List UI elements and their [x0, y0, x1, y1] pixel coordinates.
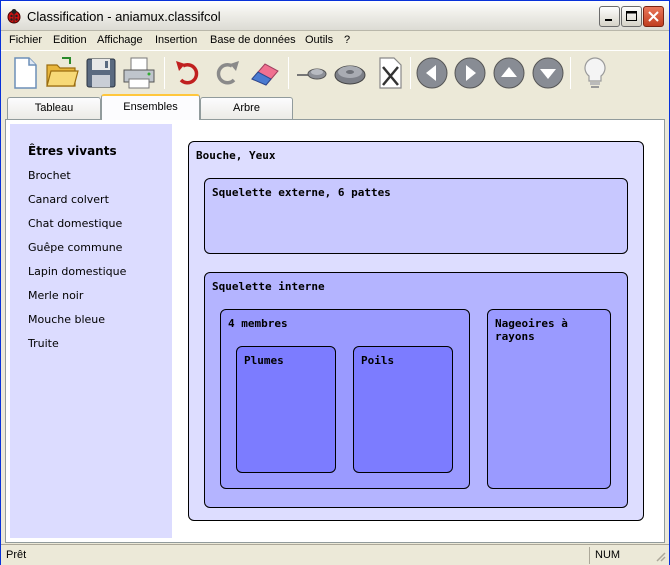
application-window: Classification - aniamux.classifcol Fich… [0, 0, 670, 565]
open-folder-icon[interactable] [44, 55, 80, 91]
minimize-icon [605, 19, 612, 21]
arrow-up-icon[interactable] [491, 55, 527, 91]
set-label: 4 membres [228, 317, 288, 330]
minimize-button[interactable] [599, 6, 620, 27]
set-squelette-interne[interactable]: Squelette interne 4 membres Plumes Poils… [204, 272, 628, 508]
menu-base-de-donnees[interactable]: Base de données [210, 34, 296, 46]
redo-icon[interactable] [208, 55, 244, 91]
new-document-icon[interactable] [7, 55, 43, 91]
undo-icon[interactable] [171, 55, 207, 91]
toolbar-separator [410, 57, 411, 89]
menu-help[interactable]: ? [344, 34, 350, 46]
species-item[interactable]: Mouche bleue [28, 313, 105, 326]
status-bar: Prêt NUM [1, 544, 669, 565]
disc-icon[interactable] [332, 55, 368, 91]
num-lock-indicator: NUM [589, 547, 651, 564]
close-icon [648, 11, 659, 22]
toolbar-separator [288, 57, 289, 89]
save-disk-icon[interactable] [83, 55, 119, 91]
set-label: Plumes [244, 354, 284, 367]
set-plumes[interactable]: Plumes [236, 346, 336, 473]
toolbar-separator [164, 57, 165, 89]
resize-grip-icon[interactable] [653, 549, 667, 563]
pin-icon[interactable] [294, 55, 330, 91]
maximize-button[interactable] [621, 6, 642, 27]
menu-affichage[interactable]: Affichage [97, 34, 143, 46]
tab-arbre[interactable]: Arbre [200, 97, 293, 119]
menu-edition[interactable]: Edition [53, 34, 87, 46]
menu-outils[interactable]: Outils [305, 34, 333, 46]
maximize-icon [626, 11, 637, 21]
sets-diagram: Bouche, Yeux Squelette externe, 6 pattes… [172, 124, 660, 538]
arrow-left-icon[interactable] [414, 55, 450, 91]
status-text: Prêt [6, 549, 27, 561]
set-label: Squelette interne [212, 280, 325, 293]
set-squelette-externe[interactable]: Squelette externe, 6 pattes [204, 178, 628, 254]
set-label: Nageoires à rayons [495, 317, 568, 343]
window-title: Classification - aniamux.classifcol [27, 9, 221, 24]
set-4-membres[interactable]: 4 membres Plumes Poils [220, 309, 470, 489]
species-item[interactable]: Canard colvert [28, 193, 109, 206]
tab-ensembles[interactable]: Ensembles [101, 94, 200, 120]
species-item[interactable]: Brochet [28, 169, 71, 182]
print-icon[interactable] [121, 55, 157, 91]
set-label: Bouche, Yeux [196, 149, 276, 162]
menu-bar: Fichier Edition Affichage Insertion Base… [1, 31, 669, 50]
species-item[interactable]: Truite [28, 337, 59, 350]
set-nageoires-a-rayons[interactable]: Nageoires à rayons [487, 309, 611, 489]
set-label: Squelette externe, 6 pattes [212, 186, 391, 199]
species-item[interactable]: Chat domestique [28, 217, 122, 230]
delete-x-icon[interactable] [372, 55, 408, 91]
lightbulb-icon[interactable] [577, 55, 613, 91]
set-label: Poils [361, 354, 395, 367]
close-button[interactable] [643, 6, 664, 27]
tab-content-panel: Êtres vivants Brochet Canard colvert Cha… [5, 119, 665, 543]
arrow-right-icon[interactable] [452, 55, 488, 91]
ladybug-app-icon [7, 9, 21, 24]
species-item[interactable]: Guêpe commune [28, 241, 122, 254]
tab-strip: Tableau Ensembles Arbre [1, 94, 669, 120]
toolbar-separator [570, 57, 571, 89]
species-list-title: Êtres vivants [28, 144, 117, 158]
arrow-down-icon[interactable] [530, 55, 566, 91]
set-poils[interactable]: Poils [353, 346, 453, 473]
menu-fichier[interactable]: Fichier [9, 34, 42, 46]
species-item[interactable]: Merle noir [28, 289, 83, 302]
toolbar [1, 50, 669, 94]
menu-insertion[interactable]: Insertion [155, 34, 197, 46]
species-item[interactable]: Lapin domestique [28, 265, 126, 278]
tab-tableau[interactable]: Tableau [7, 97, 101, 119]
eraser-icon[interactable] [247, 55, 283, 91]
set-bouche-yeux[interactable]: Bouche, Yeux Squelette externe, 6 pattes… [188, 141, 644, 521]
species-list: Êtres vivants Brochet Canard colvert Cha… [10, 124, 172, 538]
title-bar[interactable]: Classification - aniamux.classifcol [1, 1, 669, 31]
